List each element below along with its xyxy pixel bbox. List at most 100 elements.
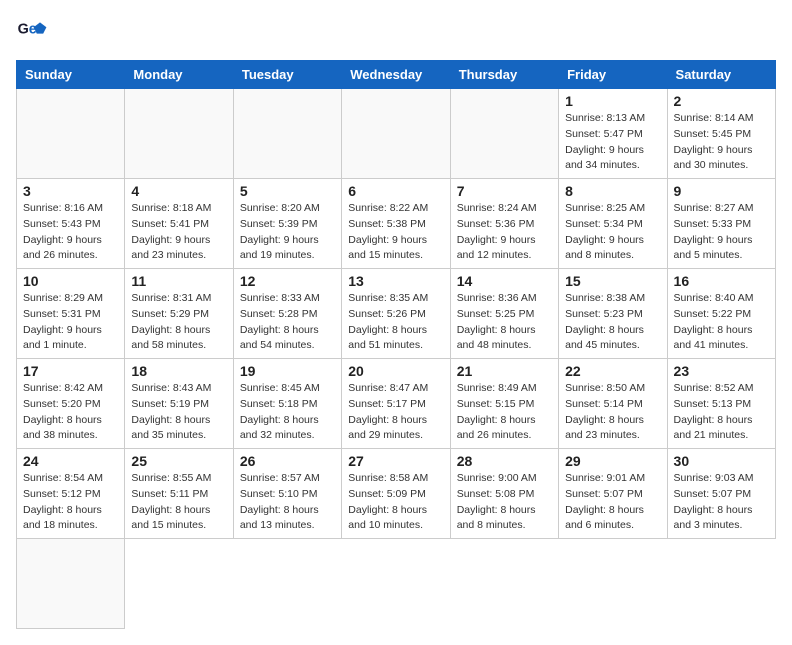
daylight-label: Daylight: 8 hours and 15 minutes. [131,504,210,532]
day-number: 6 [348,183,443,199]
daylight-label: Daylight: 9 hours and 5 minutes. [674,234,753,262]
daylight-label: Daylight: 9 hours and 26 minutes. [23,234,102,262]
day-number: 18 [131,363,226,379]
calendar-cell: 26 Sunrise: 8:57 AMSunset: 5:10 PMDayligh… [233,449,341,539]
sunset-label: Sunset: 5:17 PM [348,398,426,410]
sunset-label: Sunset: 5:33 PM [674,218,752,230]
calendar-cell: 22Sunrise: 8:50 AMSunset: 5:14 PMDayligh… [559,359,667,449]
day-number: 11 [131,273,226,289]
sunrise-label: Sunrise: 8:54 AM [23,472,103,484]
calendar-cell [17,539,125,629]
sunset-label: Sunset: 5:13 PM [674,398,752,410]
day-info: Sunrise: 8:24 AMSunset: 5:36 PMDaylight:… [457,201,552,264]
sunrise-label: Sunrise: 8:31 AM [131,292,211,304]
day-info: Sunrise: 8:49 AMSunset: 5:15 PMDaylight:… [457,381,552,444]
daylight-label: Daylight: 8 hours and 51 minutes. [348,324,427,352]
sunset-label: Sunset: 5:19 PM [131,398,209,410]
calendar-cell: 28Sunrise: 9:00 AMSunset: 5:08 PMDayligh… [450,449,558,539]
sunrise-label: Sunrise: 8:33 AM [240,292,320,304]
sunrise-label: Sunrise: 8:50 AM [565,382,645,394]
weekday-header-friday: Friday [559,61,667,89]
day-number: 22 [565,363,660,379]
daylight-label: Daylight: 9 hours and 15 minutes. [348,234,427,262]
day-info: Sunrise: 8:38 AM Sunset: 5:23 PM Daylight:… [565,291,660,354]
daylight-label: Daylight: 8 hours and 41 minutes. [674,324,753,352]
sunset-label: Sunset: 5:07 PM [674,488,752,500]
day-info: Sunrise: 8:29 AMSunset: 5:31 PMDaylight:… [23,291,118,354]
daylight-label: Daylight: 8 hours and 58 minutes. [131,324,210,352]
sunrise-label: Sunrise: 9:01 AM [565,472,645,484]
day-number: 12 [240,273,335,289]
day-number: 23 [674,363,769,379]
weekday-header-wednesday: Wednesday [342,61,450,89]
day-info: Sunrise: 8:52 AMSunset: 5:13 PMDaylight:… [674,381,769,444]
sunset-label: Sunset: 5:22 PM [674,308,752,320]
sunrise-label: Sunrise: 8:20 AM [240,202,320,214]
daylight-label: Daylight: 8 hours and 21 minutes. [674,414,753,442]
sunset-label: Sunset: 5:23 PM [565,308,643,320]
sunset-label: Sunset: 5:43 PM [23,218,101,230]
day-info: Sunrise: 8:47 AM Sunset: 5:17 PM Daylight:… [348,381,443,444]
day-info: Sunrise: 8:54 AMSunset: 5:12 PMDaylight:… [23,471,118,534]
day-info: Sunrise: 8:40 AMSunset: 5:22 PMDaylight:… [674,291,769,354]
day-info: Sunrise: 8:36 AMSunset: 5:25 PMDaylight:… [457,291,552,354]
daylight-label: Daylight: 8 hours and 8 minutes. [457,504,536,532]
calendar-cell [233,89,341,179]
daylight-label: Daylight: 9 hours and 1 minute. [23,324,102,352]
day-info: Sunrise: 8:31 AMSunset: 5:29 PMDaylight:… [131,291,226,354]
daylight-label: Daylight: 9 hours and 23 minutes. [131,234,210,262]
day-info: Sunrise: 8:33 AMSunset: 5:28 PMDaylight:… [240,291,335,354]
day-info: Sunrise: 8:57 AMSunset: 5:10 PMDaylight:… [240,471,335,534]
daylight-label: Daylight: 8 hours and 45 minutes. [565,324,644,352]
calendar-cell: 23 Sunrise: 8:52 AMSunset: 5:13 PMDayligh… [667,359,775,449]
calendar-table: SundayMondayTuesdayWednesdayThursdayFrid… [16,60,776,629]
daylight-label: Daylight: 8 hours and 35 minutes. [131,414,210,442]
sunrise-label: Sunrise: 8:38 AM [565,292,645,304]
day-info: Sunrise: 8:35 AM Sunset: 5:26 PM Daylight:… [348,291,443,354]
calendar-cell: 16Sunrise: 8:40 AMSunset: 5:22 PMDayligh… [667,269,775,359]
day-number: 20 [348,363,443,379]
sunset-label: Sunset: 5:15 PM [457,398,535,410]
day-number: 29 [565,453,660,469]
day-number: 4 [131,183,226,199]
calendar-cell: 13 Sunrise: 8:35 AM Sunset: 5:26 PM Dayligh… [342,269,450,359]
calendar-cell [450,89,558,179]
daylight-label: Daylight: 9 hours and 19 minutes. [240,234,319,262]
weekday-header-tuesday: Tuesday [233,61,341,89]
sunrise-label: Sunrise: 9:03 AM [674,472,754,484]
day-number: 13 [348,273,443,289]
day-number: 30 [674,453,769,469]
day-number: 19 [240,363,335,379]
calendar-cell: 3 Sunrise: 8:16 AMSunset: 5:43 PMDaylight… [17,179,125,269]
calendar-cell: 17Sunrise: 8:42 AMSunset: 5:20 PMDayligh… [17,359,125,449]
day-number: 5 [240,183,335,199]
sunset-label: Sunset: 5:38 PM [348,218,426,230]
sunset-label: Sunset: 5:26 PM [348,308,426,320]
calendar-cell: 15Sunrise: 8:38 AMSunset: 5:23 PMDayligh… [559,269,667,359]
calendar-cell [17,89,125,179]
calendar-cell: 21Sunrise: 8:49 AMSunset: 5:15 PMDayligh… [450,359,558,449]
sunrise-label: Sunrise: 8:35 AM [348,292,428,304]
sunset-label: Sunset: 5:11 PM [131,488,208,500]
day-number: 1 [565,93,660,109]
day-number: 3 [23,183,118,199]
calendar-cell: 1Sunrise: 8:13 AMSunset: 5:47 PMDaylight… [559,89,667,179]
sunset-label: Sunset: 5:09 PM [348,488,426,500]
daylight-label: Daylight: 8 hours and 13 minutes. [240,504,319,532]
sunrise-label: Sunrise: 8:45 AM [240,382,320,394]
calendar-cell: 30Sunrise: 9:03 AMSunset: 5:07 PMDayligh… [667,449,775,539]
calendar-cell: 24Sunrise: 8:54 AMSunset: 5:12 PMDayligh… [17,449,125,539]
day-number: 26 [240,453,335,469]
sunrise-label: Sunrise: 8:27 AM [674,202,754,214]
day-info: Sunrise: 8:16 AMSunset: 5:43 PMDaylight:… [23,201,118,264]
sunset-label: Sunset: 5:10 PM [240,488,318,500]
day-number: 14 [457,273,552,289]
calendar-cell: 9Sunrise: 8:27 AMSunset: 5:33 PMDaylight… [667,179,775,269]
daylight-label: Daylight: 8 hours and 29 minutes. [348,414,427,442]
sunset-label: Sunset: 5:28 PM [240,308,318,320]
day-info: Sunrise: 8:20 AMSunset: 5:39 PMDaylight:… [240,201,335,264]
sunset-label: Sunset: 5:45 PM [674,128,752,140]
sunset-label: Sunset: 5:18 PM [240,398,318,410]
sunrise-label: Sunrise: 8:47 AM [348,382,428,394]
day-info: Sunrise: 9:01 AMSunset: 5:07 PMDaylight:… [565,471,660,534]
